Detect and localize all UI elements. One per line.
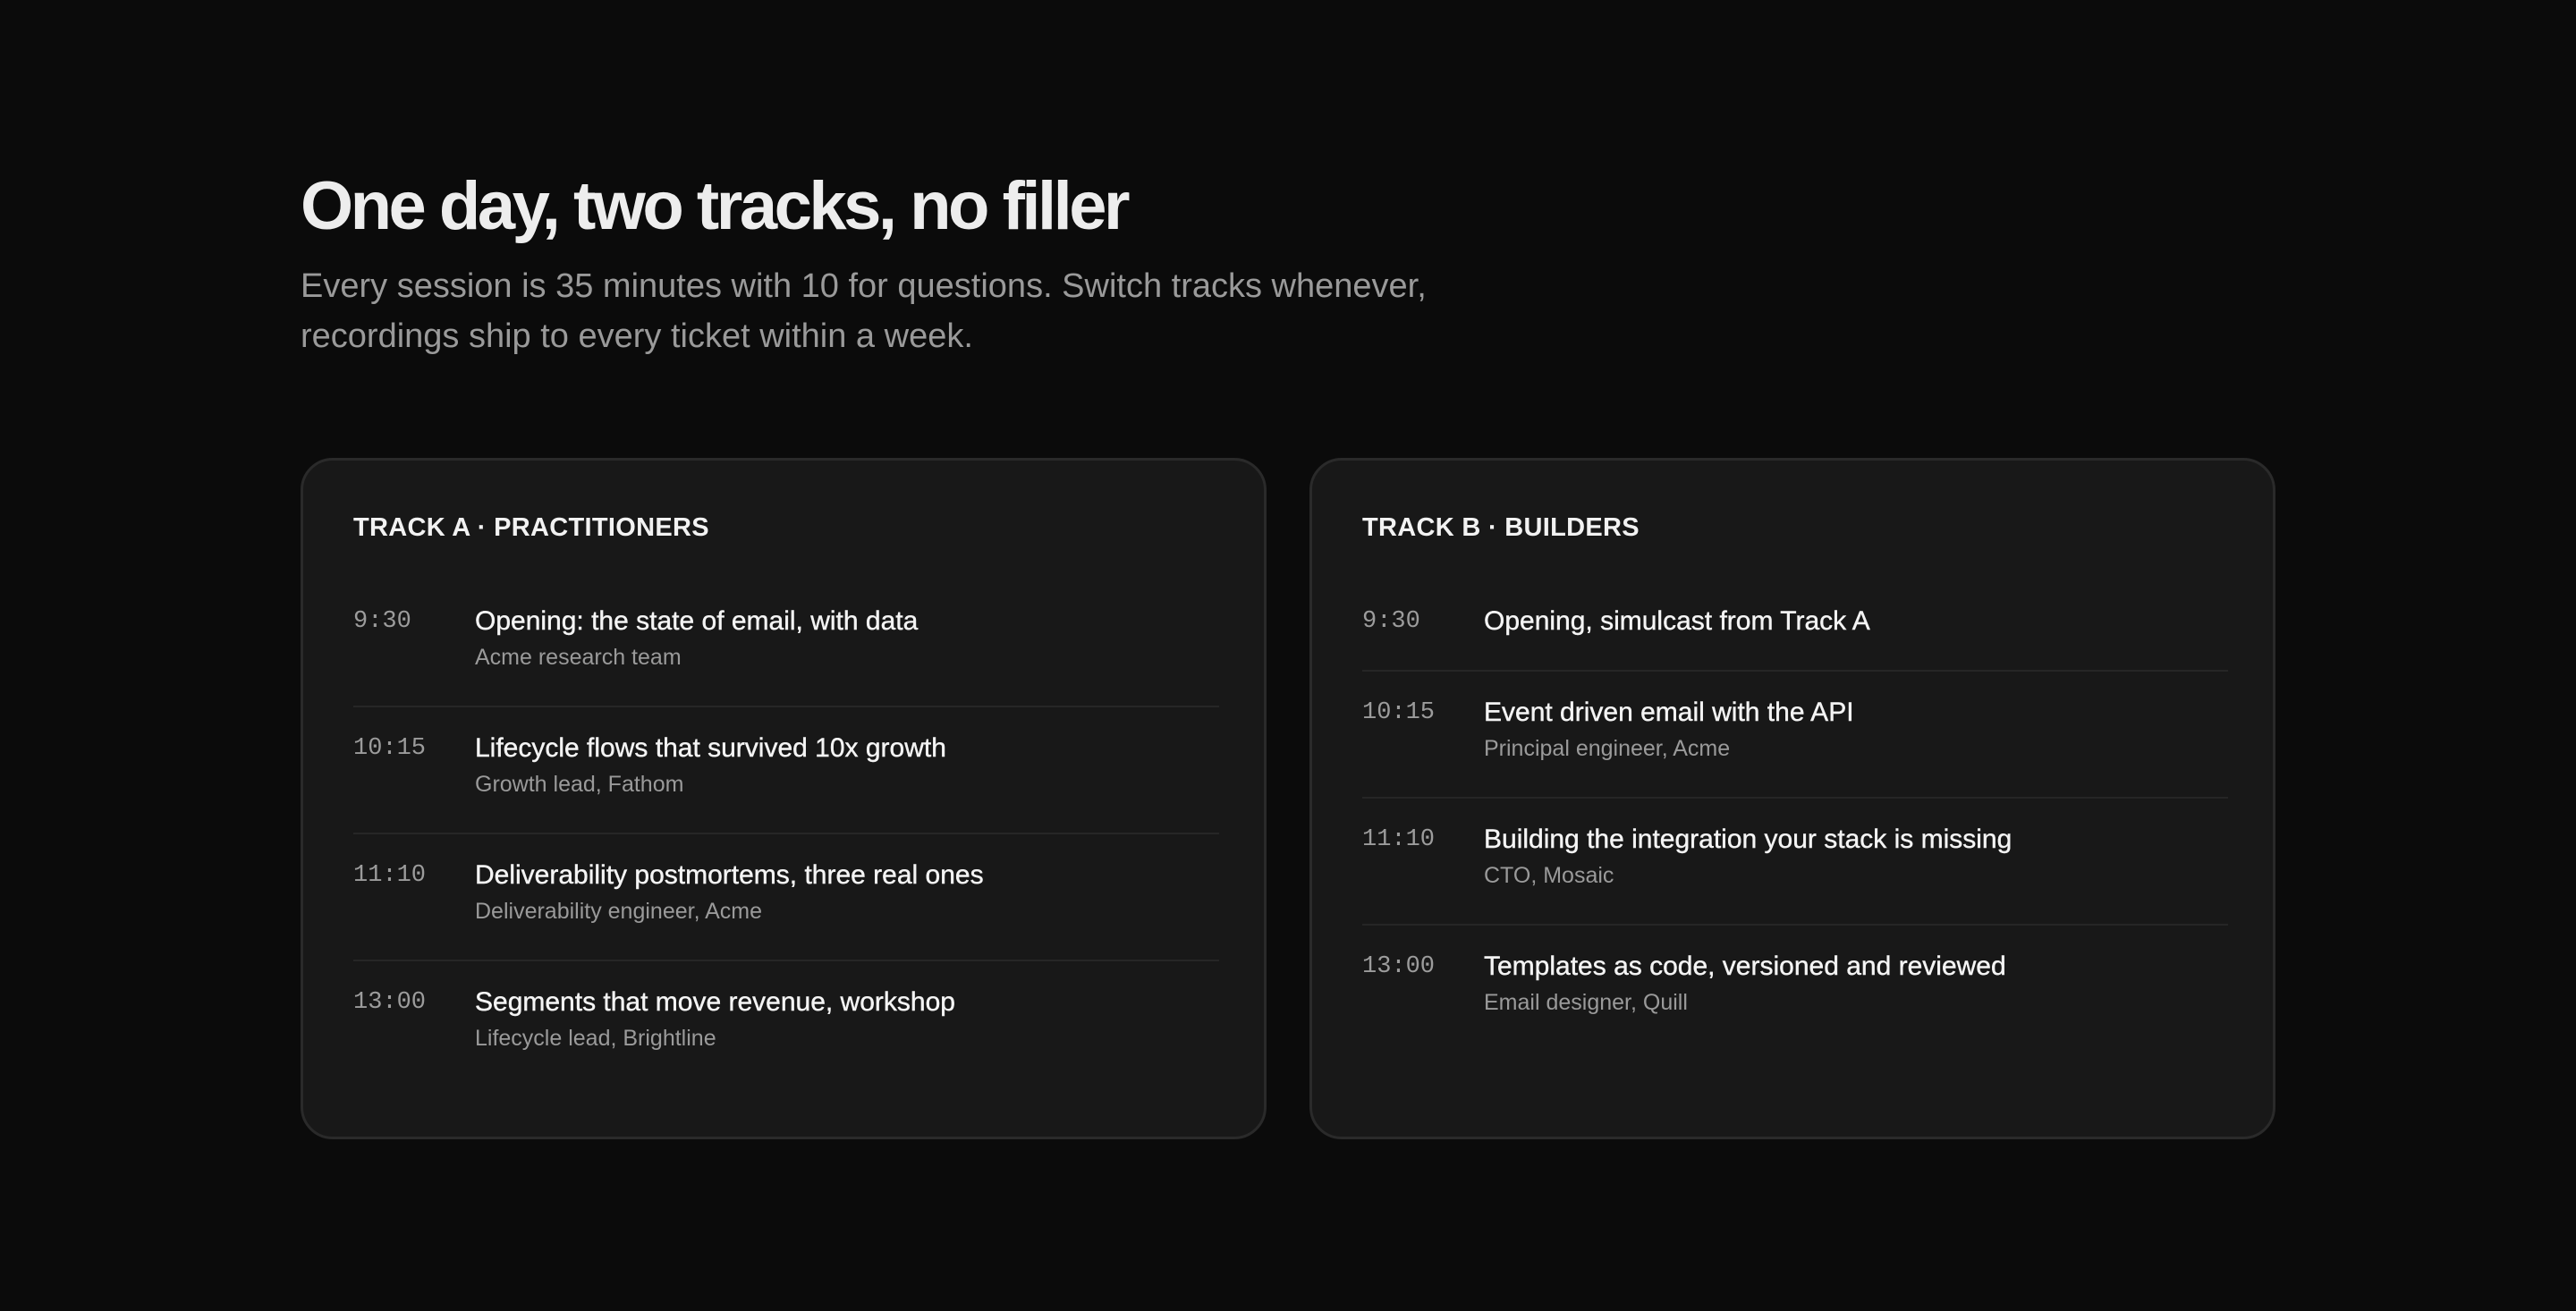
session-row: 11:10 Building the integration your stac… <box>1362 799 2228 926</box>
session-list: 9:30 Opening, simulcast from Track A 10:… <box>1362 580 2228 1053</box>
session-time: 11:10 <box>1362 826 1436 853</box>
page-title: One day, two tracks, no filler <box>301 168 1131 244</box>
tracks-container: TRACK A · PRACTITIONERS 9:30 Opening: th… <box>301 458 2275 1139</box>
session-title: Segments that move revenue, workshop <box>475 987 955 1017</box>
session-title: Building the integration your stack is m… <box>1484 825 2012 854</box>
session-time: 9:30 <box>1362 608 1420 635</box>
session-row: 9:30 Opening: the state of email, with d… <box>353 580 1219 707</box>
session-row: 11:10 Deliverability postmortems, three … <box>353 834 1219 961</box>
session-info: Deliverability postmortems, three real o… <box>475 859 984 926</box>
session-time: 10:15 <box>353 735 427 762</box>
session-time: 13:00 <box>353 989 427 1016</box>
session-row: 10:15 Event driven email with the API Pr… <box>1362 672 2228 799</box>
session-row: 13:00 Templates as code, versioned and r… <box>1362 926 2228 1053</box>
session-info: Segments that move revenue, workshop Lif… <box>475 986 955 1053</box>
session-info: Lifecycle flows that survived 10x growth… <box>475 732 946 799</box>
session-time: 11:10 <box>353 862 427 889</box>
session-title: Event driven email with the API <box>1484 698 1854 727</box>
schedule-page: One day, two tracks, no filler Every ses… <box>0 0 2576 1311</box>
session-row: 9:30 Opening, simulcast from Track A <box>1362 580 2228 672</box>
session-title: Opening: the state of email, with data <box>475 606 919 636</box>
session-speaker: Acme research team <box>475 645 682 670</box>
track-label: TRACK B · BUILDERS <box>1362 513 1640 542</box>
session-row: 10:15 Lifecycle flows that survived 10x … <box>353 707 1219 834</box>
session-time: 10:15 <box>1362 699 1436 726</box>
session-speaker: CTO, Mosaic <box>1484 863 1614 888</box>
track-card-a: TRACK A · PRACTITIONERS 9:30 Opening: th… <box>301 458 1267 1139</box>
track-card-b: TRACK B · BUILDERS 9:30 Opening, simulca… <box>1309 458 2275 1139</box>
session-time: 9:30 <box>353 608 411 635</box>
page-subtitle: Every session is 35 minutes with 10 for … <box>301 267 1427 355</box>
session-title: Templates as code, versioned and reviewe… <box>1484 952 2006 981</box>
session-speaker: Email designer, Quill <box>1484 990 1688 1015</box>
session-info: Opening, simulcast from Track A <box>1484 605 1870 638</box>
session-info: Event driven email with the API Principa… <box>1484 697 1854 763</box>
session-info: Opening: the state of email, with data A… <box>475 605 919 672</box>
session-speaker: Principal engineer, Acme <box>1484 736 1731 761</box>
session-speaker: Growth lead, Fathom <box>475 772 684 797</box>
schedule-section: One day, two tracks, no filler Every ses… <box>301 168 2275 1139</box>
session-title: Deliverability postmortems, three real o… <box>475 860 984 890</box>
session-title: Lifecycle flows that survived 10x growth <box>475 733 946 763</box>
session-speaker: Deliverability engineer, Acme <box>475 899 762 924</box>
session-list: 9:30 Opening: the state of email, with d… <box>353 580 1219 1088</box>
session-info: Building the integration your stack is m… <box>1484 824 2012 890</box>
session-time: 13:00 <box>1362 953 1436 980</box>
session-speaker: Lifecycle lead, Brightline <box>475 1026 716 1051</box>
session-title: Opening, simulcast from Track A <box>1484 606 1870 636</box>
session-info: Templates as code, versioned and reviewe… <box>1484 951 2006 1017</box>
session-row: 13:00 Segments that move revenue, worksh… <box>353 961 1219 1088</box>
track-label: TRACK A · PRACTITIONERS <box>353 513 709 542</box>
